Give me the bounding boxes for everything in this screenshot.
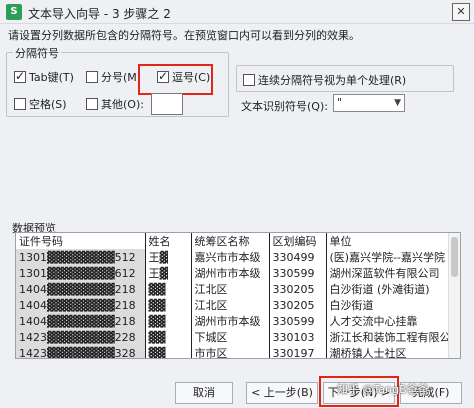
preview-cell: ▓▓ bbox=[145, 281, 192, 297]
comma-highlight-box bbox=[138, 64, 213, 95]
other-delimiter-input[interactable] bbox=[151, 93, 183, 115]
preview-cell: 1423▓▓▓▓▓▓▓▓228 bbox=[16, 329, 146, 345]
preview-cell: 330103 bbox=[269, 329, 327, 345]
preview-cell: 1404▓▓▓▓▓▓▓▓218 bbox=[16, 297, 146, 313]
preview-cell: ▓▓ bbox=[145, 313, 192, 329]
preview-table: 证件号码 姓名 统筹区名称 区划编码 单位 1301▓▓▓▓▓▓▓▓512 王▓ 嘉兴市市本级… bbox=[16, 233, 451, 359]
text-qualifier-select[interactable]: " ▼ bbox=[333, 94, 405, 112]
preview-cell: 1404▓▓▓▓▓▓▓▓218 bbox=[16, 281, 146, 297]
consecutive-checkbox[interactable] bbox=[243, 74, 255, 86]
delimiters-group-title: 分隔符号 bbox=[13, 45, 61, 61]
preview-cell: 330205 bbox=[269, 297, 327, 313]
consecutive-label: 连续分隔符号视为单个处理(R) bbox=[258, 74, 407, 87]
preview-cell: 市市区 bbox=[191, 345, 270, 358]
semicolon-checkbox[interactable] bbox=[86, 71, 98, 83]
preview-cell: 白沙街道 (外滩街道) bbox=[329, 283, 430, 296]
preview-header-cell: 姓名 bbox=[145, 233, 192, 249]
back-button[interactable]: < 上一步(B) bbox=[246, 382, 318, 404]
preview-cell: 湖州市市本级 bbox=[191, 265, 270, 281]
other-label: 其他(O): bbox=[101, 98, 144, 111]
preview-cell: 湖州深蓝软件有限公司 bbox=[329, 267, 440, 280]
preview-cell: ▓▓ bbox=[145, 345, 192, 358]
preview-cell: 嘉兴市市本级 bbox=[191, 249, 270, 265]
preview-cell: ▓▓ bbox=[145, 329, 192, 345]
preview-cell: 1301▓▓▓▓▓▓▓▓612 bbox=[16, 265, 146, 281]
preview-cell: 1404▓▓▓▓▓▓▓▓218 bbox=[16, 313, 146, 329]
preview-row: 1404▓▓▓▓▓▓▓▓218 ▓▓ 江北区 330205 白沙街道 bbox=[16, 297, 451, 313]
window-title: 文本导入向导 - 3 步骤之 2 bbox=[28, 7, 171, 21]
other-option[interactable]: 其他(O): bbox=[86, 96, 144, 112]
preview-cell: 湖州市市本级 bbox=[191, 313, 270, 329]
preview-cell: 潮桥镇人士社区 bbox=[329, 347, 407, 359]
wps-spreadsheet-icon: S bbox=[6, 4, 22, 20]
preview-row: 1423▓▓▓▓▓▓▓▓328 ▓▓ 市市区 330197 潮桥镇人士社区 bbox=[16, 345, 451, 359]
chevron-down-icon: ▼ bbox=[394, 98, 401, 108]
preview-cell: 330599 bbox=[269, 265, 327, 281]
preview-cell: 1301▓▓▓▓▓▓▓▓512 bbox=[16, 249, 146, 265]
preview-cell: ▓▓ bbox=[145, 297, 192, 313]
preview-header-cell: 统筹区名称 bbox=[191, 233, 270, 249]
text-qualifier-label: 文本识别符号(Q): bbox=[241, 100, 328, 113]
cancel-button[interactable]: 取消 bbox=[175, 382, 233, 404]
preview-cell: 王▓ bbox=[145, 249, 192, 265]
preview-cell: 王▓ bbox=[145, 265, 192, 281]
tab-checkbox[interactable] bbox=[14, 69, 26, 83]
data-preview[interactable]: 证件号码 姓名 统筹区名称 区划编码 单位 1301▓▓▓▓▓▓▓▓512 王▓ 嘉兴市市本级… bbox=[15, 232, 461, 359]
close-button[interactable]: ✕ bbox=[452, 3, 470, 21]
semicolon-label: 分号(M) bbox=[101, 71, 142, 84]
preview-scroll-thumb[interactable] bbox=[451, 237, 458, 277]
preview-cell: (医)嘉兴学院--嘉兴学院 bbox=[329, 251, 446, 264]
space-option[interactable]: 空格(S) bbox=[14, 96, 67, 112]
preview-header-cell: 区划编码 bbox=[269, 233, 327, 249]
tab-label: Tab键(T) bbox=[29, 71, 74, 84]
space-label: 空格(S) bbox=[29, 98, 67, 111]
preview-row: 1404▓▓▓▓▓▓▓▓218 ▓▓ 江北区 330205 白沙街道 (外滩街道) bbox=[16, 281, 451, 297]
preview-header-row: 证件号码 姓名 统筹区名称 区划编码 单位 bbox=[16, 233, 451, 249]
preview-row: 1301▓▓▓▓▓▓▓▓612 王▓ 湖州市市本级 330599 湖州深蓝软件有限公司 bbox=[16, 265, 451, 281]
preview-scrollbar[interactable] bbox=[448, 233, 460, 358]
instruction-text: 请设置分列数据所包含的分隔符号。在预览窗口内可以看到分列的效果。 bbox=[8, 29, 360, 42]
preview-cell: 330197 bbox=[269, 345, 327, 358]
preview-cell: 330499 bbox=[269, 249, 327, 265]
preview-row: 1404▓▓▓▓▓▓▓▓218 ▓▓ 湖州市市本级 330599 人才交流中心挂靠 bbox=[16, 313, 451, 329]
text-qualifier-value: " bbox=[337, 96, 343, 109]
preview-cell: 江北区 bbox=[191, 297, 270, 313]
watermark: 知乎 @TangB爸爸 bbox=[337, 383, 429, 396]
preview-cell: 1423▓▓▓▓▓▓▓▓328 bbox=[16, 345, 146, 358]
tab-option[interactable]: Tab键(T) bbox=[14, 69, 74, 85]
title-bar: S 文本导入向导 - 3 步骤之 2 ✕ bbox=[0, 0, 474, 24]
semicolon-option[interactable]: 分号(M) bbox=[86, 69, 141, 85]
preview-header-cell: 证件号码 bbox=[16, 233, 146, 249]
preview-cell: 330205 bbox=[269, 281, 327, 297]
preview-cell: 白沙街道 bbox=[329, 299, 374, 312]
preview-cell: 人才交流中心挂靠 bbox=[329, 315, 418, 328]
preview-cell: 330599 bbox=[269, 313, 327, 329]
preview-cell: 江北区 bbox=[191, 281, 270, 297]
other-checkbox[interactable] bbox=[86, 98, 98, 110]
consecutive-option[interactable]: 连续分隔符号视为单个处理(R) bbox=[243, 72, 406, 88]
space-checkbox[interactable] bbox=[14, 98, 26, 110]
preview-row: 1301▓▓▓▓▓▓▓▓512 王▓ 嘉兴市市本级 330499 (医)嘉兴学院--嘉兴… bbox=[16, 249, 451, 265]
preview-row: 1423▓▓▓▓▓▓▓▓228 ▓▓ 下城区 330103 浙江长和装饰工程有限公 bbox=[16, 329, 451, 345]
preview-header-cell: 单位 bbox=[329, 235, 352, 248]
preview-cell: 浙江长和装饰工程有限公 bbox=[329, 331, 451, 344]
preview-cell: 下城区 bbox=[191, 329, 270, 345]
